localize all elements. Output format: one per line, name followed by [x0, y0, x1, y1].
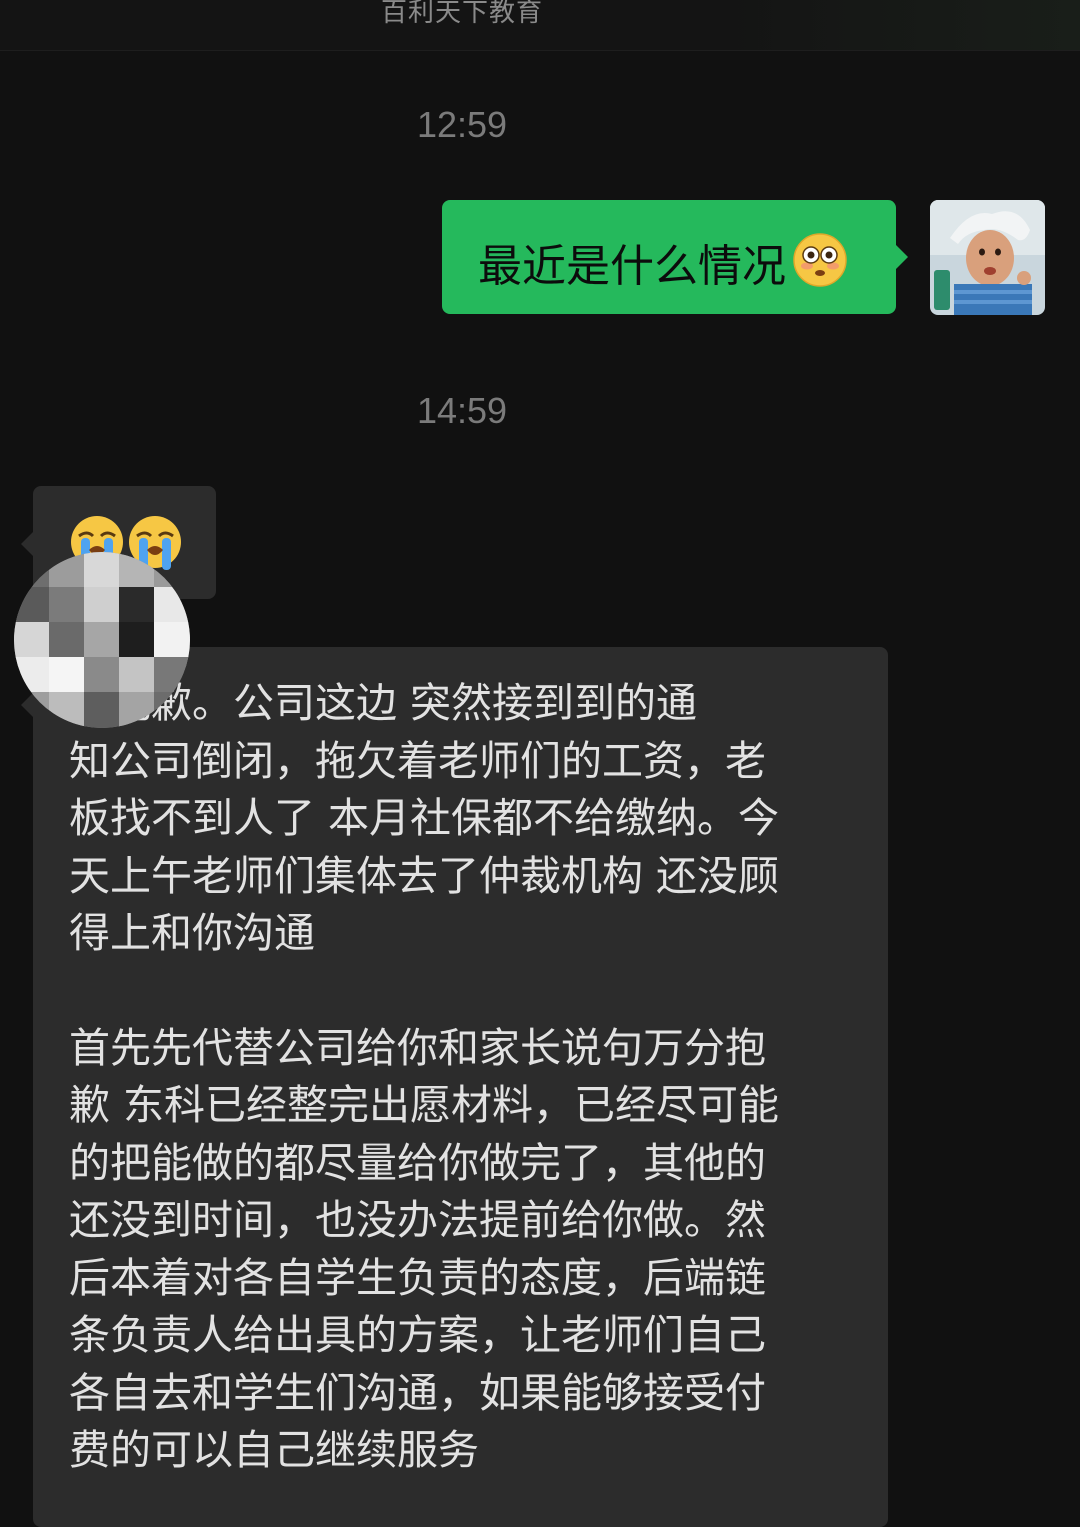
bubble-tail [895, 244, 908, 270]
outgoing-message-bubble[interactable]: 最近是什么情况 [442, 200, 908, 314]
contact-avatar-pixelated[interactable] [14, 552, 190, 728]
header-decoration [720, 0, 1080, 50]
bubble-tail [21, 532, 33, 556]
user-avatar[interactable] [930, 200, 1045, 315]
chat-header: 百利天下教育 [0, 0, 1080, 51]
timestamp: 14:59 [416, 390, 508, 431]
incoming-message-bubble[interactable]: 很抱歉。公司这边 突然接到到的通 知公司倒闭，拖欠着老师们的工资，老 板找不到人… [21, 647, 888, 1527]
incoming-message-text: 首先先代替公司给你和家长说句万分抱 歉 东科已经整完出愿材料，已经尽可能 的把能… [69, 1023, 780, 1475]
timestamp: 12:59 [416, 104, 508, 145]
flushed-face-emoji [792, 232, 848, 299]
outgoing-message-text: 最近是什么情况 [478, 241, 786, 292]
incoming-message-text: 很抱歉。公司这边 突然接到到的通 知公司倒闭，拖欠着老师们的工资，老 板找不到人… [69, 679, 780, 957]
bubble-tail [21, 693, 33, 717]
